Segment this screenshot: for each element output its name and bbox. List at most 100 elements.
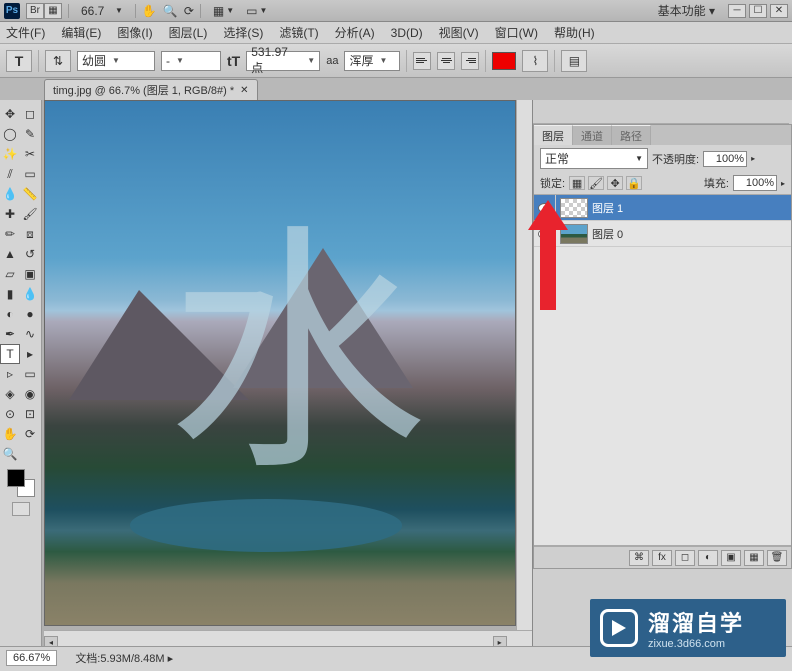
marquee-tool[interactable]: ◻ [20, 104, 40, 124]
align-center-button[interactable] [437, 52, 455, 70]
stamp-tool[interactable]: ▲ [0, 244, 20, 264]
workspace-switcher[interactable]: 基本功能 ▾ [658, 2, 715, 19]
menu-3d[interactable]: 3D(D) [391, 26, 423, 40]
pen-tool[interactable]: ✒ [0, 324, 20, 344]
tab-layers[interactable]: 图层 [534, 125, 573, 145]
type-tool[interactable]: T [0, 344, 20, 364]
zoom-dropdown[interactable]: 66.7 ▼ [81, 4, 123, 18]
link-layers-button[interactable]: ⌘ [629, 550, 649, 566]
align-right-button[interactable] [461, 52, 479, 70]
canvas-area[interactable]: 水 ◂ ▸ [42, 100, 532, 646]
new-layer-button[interactable]: ▦ [744, 550, 764, 566]
font-style-select[interactable]: - [161, 51, 221, 71]
antialias-select[interactable]: 浑厚 [344, 51, 400, 71]
paint-bucket-tool[interactable]: ▮ [0, 284, 20, 304]
lock-position-icon[interactable]: ✥ [607, 176, 623, 190]
scrollbar-horizontal[interactable]: ◂ ▸ [44, 630, 532, 646]
layer-name[interactable]: 图层 0 [592, 226, 623, 242]
slice-tool[interactable]: ▭ [20, 164, 40, 184]
menu-edit[interactable]: 编辑(E) [61, 24, 101, 41]
visibility-toggle-icon[interactable] [538, 203, 552, 213]
pencil-tool[interactable]: ✏ [0, 224, 20, 244]
direct-select-tool[interactable]: ▹ [0, 364, 20, 384]
burn-tool[interactable]: ● [20, 304, 40, 324]
3d-object-tool[interactable]: ◈ [0, 384, 20, 404]
menu-analysis[interactable]: 分析(A) [335, 24, 375, 41]
visibility-toggle-icon[interactable] [538, 229, 552, 239]
minibridge-icon[interactable]: ▦ [44, 3, 62, 19]
healing-brush-tool[interactable]: ✚ [0, 204, 20, 224]
text-orientation-icon[interactable]: ⇅ [45, 50, 71, 72]
scroll-right-button[interactable]: ▸ [493, 636, 507, 647]
menu-help[interactable]: 帮助(H) [554, 24, 595, 41]
layer-row[interactable]: 图层 0 [534, 221, 791, 247]
menu-layer[interactable]: 图层(L) [169, 24, 208, 41]
quick-mask-toggle[interactable] [12, 502, 30, 516]
font-family-select[interactable]: 幼圆 [77, 51, 155, 71]
lasso-tool[interactable]: ◯ [0, 124, 20, 144]
opacity-input[interactable]: 100% [703, 151, 747, 167]
brush-tool[interactable]: 🖌 [20, 204, 40, 224]
layer-thumbnail[interactable] [560, 224, 588, 244]
menu-view[interactable]: 视图(V) [439, 24, 479, 41]
document-canvas[interactable]: 水 [45, 101, 515, 625]
screen-mode-dropdown[interactable]: ▭ ▼ [246, 4, 267, 18]
blur-tool[interactable]: 💧 [20, 284, 40, 304]
lock-all-icon[interactable]: 🔒 [626, 176, 642, 190]
minimize-button[interactable]: ─ [728, 4, 746, 18]
history-brush-tool[interactable]: ↺ [20, 244, 40, 264]
rotate-view-icon[interactable]: ⟳ [184, 4, 194, 18]
clone-stamp-tool[interactable]: ⧈ [20, 224, 40, 244]
quick-select-tool[interactable]: ✎ [20, 124, 40, 144]
zoom-tool[interactable]: 🔍 [0, 444, 20, 464]
font-size-select[interactable]: 531.97 点 [246, 51, 320, 71]
eyedropper-tool[interactable]: 💧 [0, 184, 20, 204]
group-button[interactable]: ▣ [721, 550, 741, 566]
ruler-tool[interactable]: 📏 [20, 184, 40, 204]
menu-image[interactable]: 图像(I) [117, 24, 152, 41]
tab-paths[interactable]: 路径 [612, 125, 651, 145]
blend-mode-select[interactable]: 正常 [540, 148, 648, 169]
layer-style-button[interactable]: fx [652, 550, 672, 566]
fill-input[interactable]: 100% [733, 175, 777, 191]
menu-file[interactable]: 文件(F) [6, 24, 45, 41]
move-tool[interactable]: ✥ [0, 104, 20, 124]
eraser-tool[interactable]: ▱ [0, 264, 20, 284]
fill-flyout-icon[interactable]: ▸ [781, 179, 785, 188]
menu-filter[interactable]: 滤镜(T) [279, 24, 318, 41]
menu-select[interactable]: 选择(S) [223, 24, 263, 41]
layer-mask-button[interactable]: ◻ [675, 550, 695, 566]
rotate-tool[interactable]: ⟳ [20, 424, 40, 444]
opacity-flyout-icon[interactable]: ▸ [751, 154, 755, 163]
3d-tool-b[interactable]: ⊡ [20, 404, 40, 424]
lock-transparency-icon[interactable]: ▦ [569, 176, 585, 190]
maximize-button[interactable]: ☐ [749, 4, 767, 18]
align-left-button[interactable] [413, 52, 431, 70]
crop-tool2[interactable]: ⫽ [0, 164, 20, 184]
text-color-swatch[interactable] [492, 52, 516, 70]
magic-wand-tool[interactable]: ✨ [0, 144, 20, 164]
close-button[interactable]: ✕ [770, 4, 788, 18]
layer-name[interactable]: 图层 1 [592, 200, 623, 216]
arrange-docs-dropdown[interactable]: ▦ ▼ [213, 4, 234, 18]
dodge-tool[interactable]: ◐ [0, 304, 20, 324]
lock-pixels-icon[interactable]: 🖌 [588, 176, 604, 190]
menu-window[interactable]: 窗口(W) [495, 24, 538, 41]
status-zoom[interactable]: 66.67% [6, 650, 57, 666]
layer-row[interactable]: 图层 1 [534, 195, 791, 221]
scroll-left-button[interactable]: ◂ [44, 636, 58, 647]
crop-tool[interactable]: ✂ [20, 144, 40, 164]
hand-tool[interactable]: ✋ [0, 424, 20, 444]
document-tab[interactable]: timg.jpg @ 66.7% (图层 1, RGB/8#) * ✕ [44, 79, 258, 100]
delete-layer-button[interactable]: 🗑 [767, 550, 787, 566]
hand-tool-icon[interactable]: ✋ [142, 4, 157, 18]
3d-tool-a[interactable]: ⊙ [0, 404, 20, 424]
status-doc-info[interactable]: 文档:5.93M/8.48M ▸ [75, 650, 173, 666]
bridge-icon[interactable]: Br [26, 3, 44, 19]
warp-text-button[interactable]: ⌇ [522, 50, 548, 72]
color-swatches[interactable] [7, 469, 35, 497]
close-tab-icon[interactable]: ✕ [240, 85, 248, 96]
character-panel-button[interactable]: ▤ [561, 50, 587, 72]
collapsed-panel-strip[interactable] [533, 100, 789, 124]
freeform-pen-tool[interactable]: ∿ [20, 324, 40, 344]
